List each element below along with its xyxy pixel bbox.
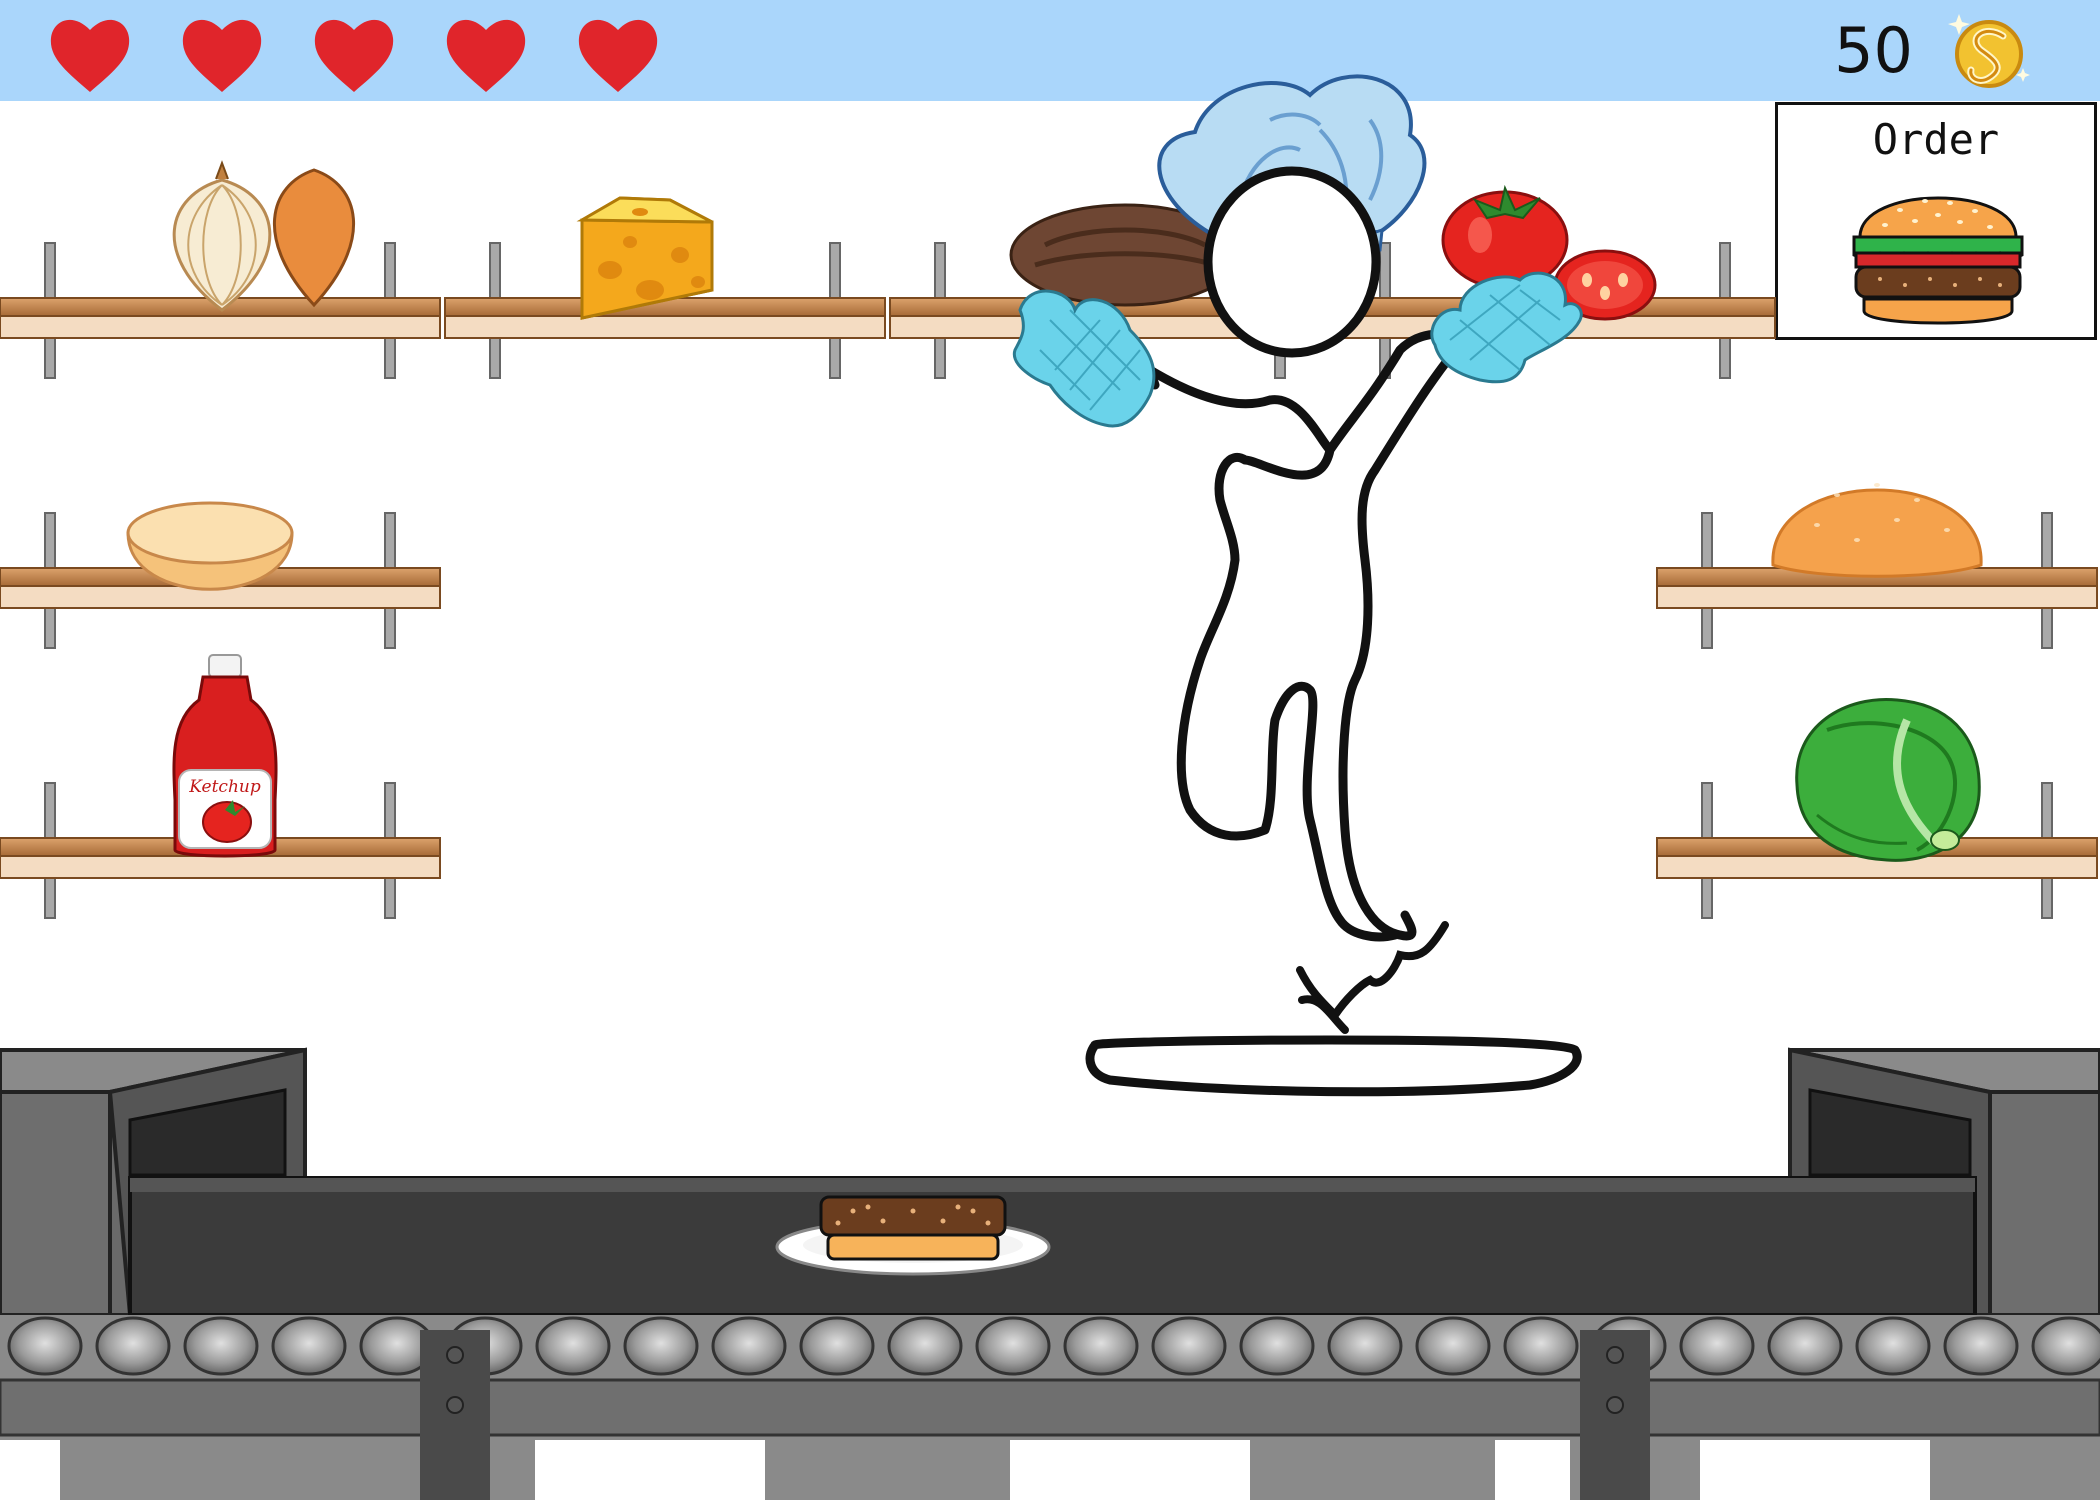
- roller: [1855, 1316, 1931, 1376]
- ketchup-label: Ketchup: [188, 777, 261, 797]
- roller: [1239, 1316, 1315, 1376]
- roller: [1415, 1316, 1491, 1376]
- lettuce-icon[interactable]: [1795, 697, 1981, 862]
- roller: [183, 1316, 259, 1376]
- roller: [1943, 1316, 2019, 1376]
- roller: [7, 1316, 83, 1376]
- roller: [1327, 1316, 1403, 1376]
- roller: [1679, 1316, 1755, 1376]
- plate-patty-icon: [819, 1195, 1007, 1237]
- roller: [1503, 1316, 1579, 1376]
- roller: [799, 1316, 875, 1376]
- roller: [975, 1316, 1051, 1376]
- roller: [2031, 1316, 2100, 1376]
- conveyor-belt: [128, 1176, 1977, 1317]
- roller: [271, 1316, 347, 1376]
- bottom-bun-icon[interactable]: [126, 501, 294, 591]
- plate-bun-bottom-icon: [826, 1233, 1000, 1261]
- ketchup-icon[interactable]: Ketchup: [172, 654, 278, 858]
- roller: [623, 1316, 699, 1376]
- kitchen-scene: Ketchup: [0, 74, 2100, 1500]
- roller: [1767, 1316, 1843, 1376]
- onion-icon[interactable]: [172, 160, 355, 312]
- top-bun-icon[interactable]: [1771, 483, 1983, 578]
- roller: [1063, 1316, 1139, 1376]
- roller: [535, 1316, 611, 1376]
- roller: [95, 1316, 171, 1376]
- roller: [1151, 1316, 1227, 1376]
- roller: [887, 1316, 963, 1376]
- roller: [711, 1316, 787, 1376]
- right-oven-mitt-icon: [1430, 271, 1583, 384]
